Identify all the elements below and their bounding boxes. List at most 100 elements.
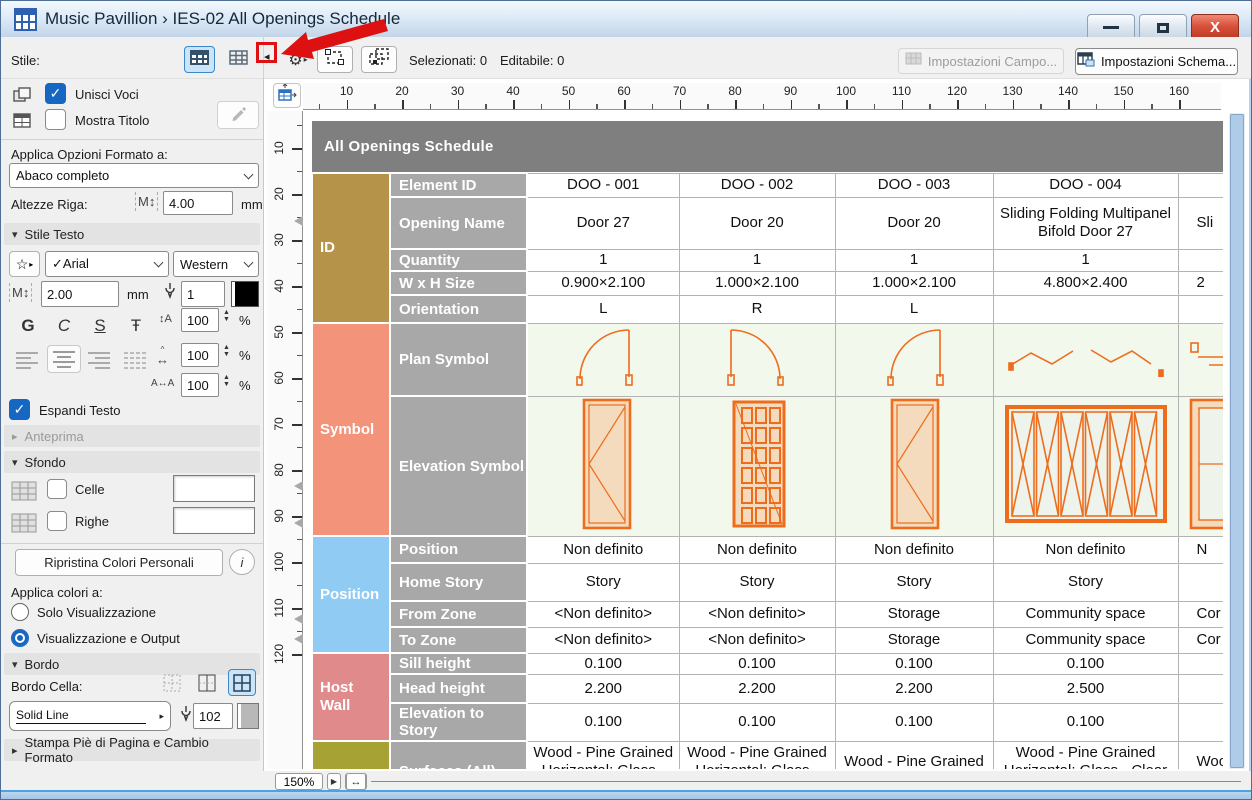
row-height-marker[interactable] xyxy=(294,634,303,644)
schedule-cell[interactable]: 1 xyxy=(527,249,679,271)
schedule-cell[interactable]: <Non definito> xyxy=(527,601,679,627)
border-pen-input[interactable] xyxy=(193,703,233,729)
schedule-cell[interactable]: DOO - 001 xyxy=(527,173,679,197)
schedule-cell[interactable]: Door 20 xyxy=(679,197,835,249)
schedule-cell[interactable]: <Non definito> xyxy=(679,601,835,627)
underline-button[interactable]: S xyxy=(85,311,115,341)
row-height-marker[interactable] xyxy=(294,614,303,624)
symbol-cell-door-elev-chevron[interactable] xyxy=(835,396,993,536)
group-header-id[interactable]: ID xyxy=(312,173,390,323)
symbol-cell-door-swing-left[interactable] xyxy=(835,323,993,396)
schedule-cell[interactable]: Non definito xyxy=(835,536,993,563)
row-header[interactable]: Opening Name xyxy=(390,197,527,249)
schedule-cell[interactable]: 0.100 xyxy=(993,703,1178,741)
schedule-cell[interactable]: L xyxy=(835,295,993,323)
schedule-cell[interactable]: Storage xyxy=(835,627,993,653)
schedule-cell[interactable] xyxy=(1178,674,1223,703)
schedule-cell[interactable] xyxy=(1178,249,1223,271)
schedule-cell[interactable]: Sliding Folding Multipanel Bifold Door 2… xyxy=(993,197,1178,249)
schedule-cell[interactable] xyxy=(1178,653,1223,674)
row-height-marker[interactable] xyxy=(294,518,303,528)
schedule-cell[interactable]: Story xyxy=(527,563,679,601)
zoom-level-box[interactable]: 150% xyxy=(275,773,323,790)
group-header-symbol[interactable]: Symbol xyxy=(312,323,390,536)
cells-color-well[interactable] xyxy=(173,475,255,502)
char-width-stepper[interactable]: ▲▼ xyxy=(223,344,230,358)
schedule-cell[interactable]: Door 20 xyxy=(835,197,993,249)
border-all-button[interactable] xyxy=(228,669,256,696)
symbol-cell-door-elev-glazed[interactable] xyxy=(679,396,835,536)
apply-format-select[interactable]: Abaco completo xyxy=(9,163,259,188)
section-text-style[interactable]: ▾ Stile Testo xyxy=(4,223,260,245)
schedule-cell[interactable]: <Non definito> xyxy=(679,627,835,653)
schedule-cell[interactable]: Non definito xyxy=(527,536,679,563)
schedule-cell[interactable]: Wood - Pine Grained Horizontal; Glass - … xyxy=(527,741,679,769)
restore-colors-button[interactable]: Ripristina Colori Personali xyxy=(15,549,223,576)
row-header[interactable]: Elevation to Story xyxy=(390,703,527,741)
row-header[interactable]: Element ID xyxy=(390,173,527,197)
group-header-surfaces[interactable] xyxy=(312,741,390,769)
list-style-button[interactable] xyxy=(223,46,254,73)
vertical-scrollbar-thumb[interactable] xyxy=(1230,114,1244,768)
merge-items-checkbox[interactable]: ✓ xyxy=(45,83,66,104)
symbol-cell-plan-partial[interactable] xyxy=(1178,323,1223,396)
row-header[interactable]: Plan Symbol xyxy=(390,323,527,396)
schedule-cell[interactable]: R xyxy=(679,295,835,323)
section-background[interactable]: ▾ Sfondo xyxy=(4,451,260,473)
symbol-cell-door-elev-partial[interactable] xyxy=(1178,396,1223,536)
show-title-checkbox[interactable] xyxy=(45,109,66,130)
schedule-cell[interactable]: 0.100 xyxy=(835,703,993,741)
schedule-cell[interactable] xyxy=(993,295,1178,323)
schedule-cell[interactable]: Wood Hori xyxy=(1178,741,1223,769)
border-color-swatch[interactable] xyxy=(237,703,259,729)
schedule-cell[interactable]: 0.100 xyxy=(527,703,679,741)
rows-color-checkbox[interactable] xyxy=(47,511,67,531)
schedule-cell[interactable]: Wood - Pine Grained Horizontal; Glass - … xyxy=(679,741,835,769)
schedule-cell[interactable]: 1.000×2.100 xyxy=(835,271,993,295)
text-color-swatch[interactable] xyxy=(231,281,259,307)
schedule-cell[interactable]: Community space xyxy=(993,627,1178,653)
schedule-cell[interactable]: 0.100 xyxy=(993,653,1178,674)
row-header[interactable]: Quantity xyxy=(390,249,527,271)
schedule-cell[interactable] xyxy=(1178,703,1223,741)
vertical-scrollbar[interactable] xyxy=(1229,113,1245,769)
schedule-cell[interactable]: 2.500 xyxy=(993,674,1178,703)
font-select[interactable]: ✓Arial xyxy=(45,251,169,277)
options-gear-button[interactable]: ⚙▸ xyxy=(282,47,314,72)
char-spacing-stepper[interactable]: ▲▼ xyxy=(223,374,230,388)
line-spacing-input[interactable] xyxy=(181,308,219,332)
schedule-cell[interactable]: Wood - Pine Grained Horizontal xyxy=(835,741,993,769)
text-pen-input[interactable] xyxy=(181,281,225,307)
schedule-cell[interactable]: Non definito xyxy=(993,536,1178,563)
bold-button[interactable]: G xyxy=(13,311,43,341)
favorites-button[interactable]: ☆▸ xyxy=(9,251,40,277)
display-only-radio[interactable] xyxy=(11,603,29,621)
schedule-cell[interactable]: Door 27 xyxy=(527,197,679,249)
italic-button[interactable]: C xyxy=(49,311,79,341)
scheme-settings-button[interactable]: Impostazioni Schema... xyxy=(1075,48,1238,75)
script-select[interactable]: Western xyxy=(173,251,259,277)
zoom-menu-button[interactable]: ▶ xyxy=(327,773,341,790)
schedule-cell[interactable]: DOO - 003 xyxy=(835,173,993,197)
row-height-marker[interactable] xyxy=(294,481,303,491)
group-header-position[interactable]: Position xyxy=(312,536,390,653)
schedule-cell[interactable]: 4.800×2.400 xyxy=(993,271,1178,295)
schedule-cell[interactable]: Community space xyxy=(993,601,1178,627)
horizontal-scrollbar[interactable] xyxy=(371,781,1241,782)
align-center-button[interactable] xyxy=(47,345,81,373)
schedule-cell[interactable] xyxy=(1178,563,1223,601)
border-vertical-button[interactable] xyxy=(193,669,221,696)
schedule-cell[interactable]: 0.900×2.100 xyxy=(527,271,679,295)
fit-width-button[interactable]: ↔ xyxy=(345,773,367,790)
expand-text-checkbox[interactable]: ✓ xyxy=(9,399,30,420)
schedule-cell[interactable]: DOO - 004 xyxy=(993,173,1178,197)
symbol-cell-bifold-plan[interactable] xyxy=(993,323,1178,396)
schedule-cell[interactable]: DOO - 002 xyxy=(679,173,835,197)
symbol-cell-bifold-elev[interactable] xyxy=(993,396,1178,536)
row-header[interactable]: Orientation xyxy=(390,295,527,323)
schedule-cell[interactable]: L xyxy=(527,295,679,323)
schedule-cell[interactable]: Cor xyxy=(1178,601,1223,627)
schedule-cell[interactable]: Sli xyxy=(1178,197,1223,249)
style-grid-button[interactable] xyxy=(184,46,215,73)
row-header[interactable]: Elevation Symbol xyxy=(390,396,527,536)
